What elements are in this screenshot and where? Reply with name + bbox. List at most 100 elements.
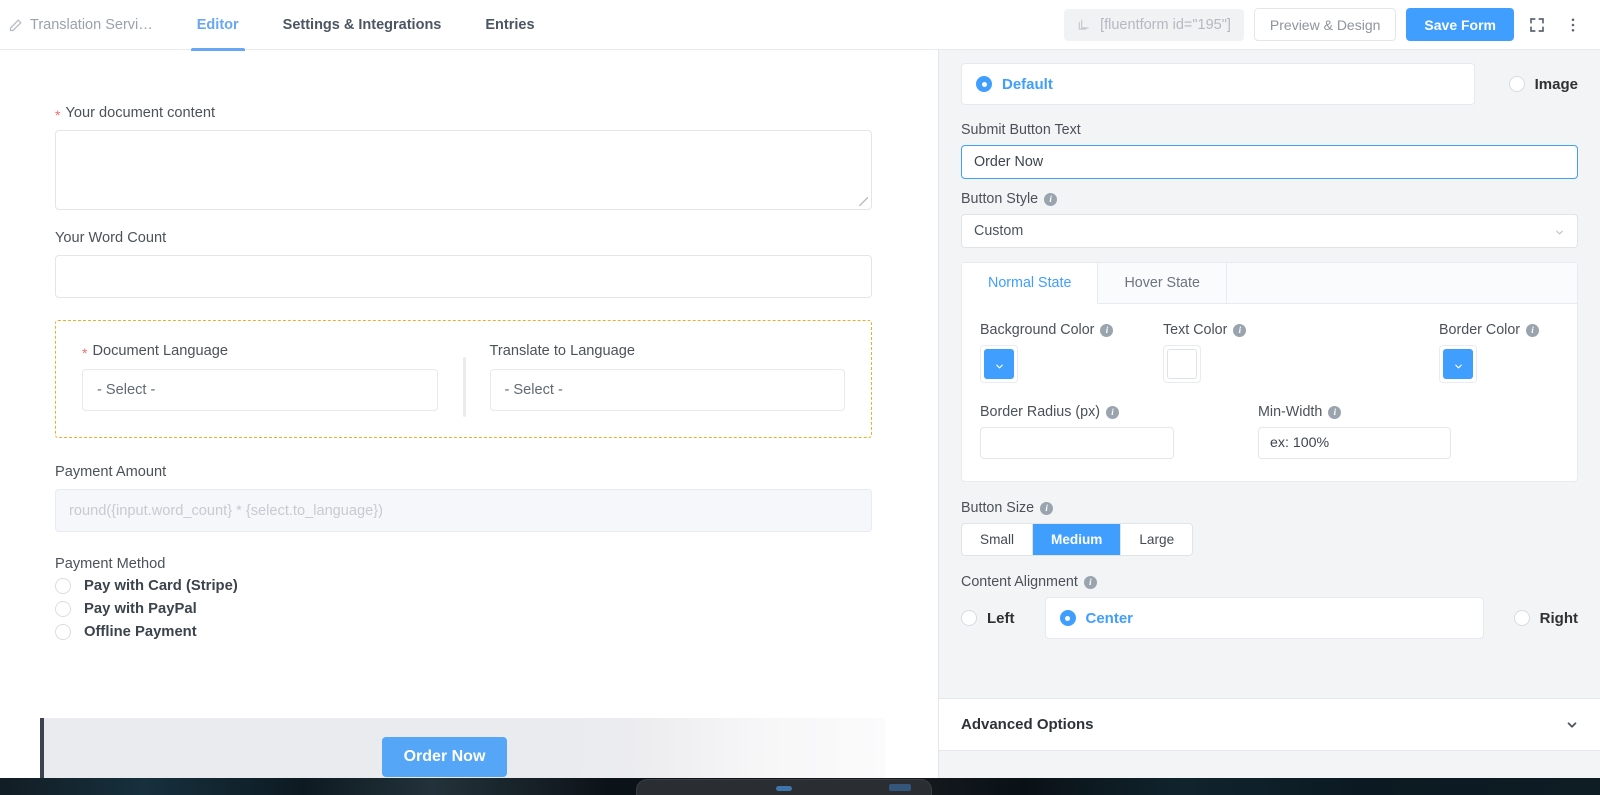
info-icon[interactable]: i bbox=[1328, 405, 1342, 419]
background-color-group: Background Color i bbox=[980, 318, 1163, 384]
chevron-down-icon bbox=[1453, 359, 1464, 370]
preview-design-button[interactable]: Preview & Design bbox=[1253, 8, 1397, 41]
field-document-content-label: * Your document content bbox=[55, 105, 883, 123]
button-size-small-label: Small bbox=[980, 532, 1014, 547]
word-count-input[interactable] bbox=[55, 255, 872, 298]
translate-to-language-value: - Select - bbox=[504, 382, 563, 398]
min-width-input[interactable]: ex: 100% bbox=[1258, 427, 1451, 459]
button-type-radio-group: Default Image bbox=[961, 56, 1578, 118]
info-icon[interactable]: i bbox=[1100, 323, 1114, 337]
button-size-segmented: Small Medium Large bbox=[961, 523, 1194, 556]
button-size-medium-label: Medium bbox=[1051, 532, 1103, 547]
tab-entries[interactable]: Entries bbox=[463, 0, 556, 50]
radius-width-row: Border Radius (px) i Min-Width i ex: 100… bbox=[980, 400, 1559, 459]
button-size-medium[interactable]: Medium bbox=[1033, 524, 1122, 555]
settings-sidebar-body: Default Image Submit Button Text Order N… bbox=[939, 50, 1600, 639]
preview-design-label: Preview & Design bbox=[1269, 16, 1381, 33]
field-word-count-label-text: Your Word Count bbox=[55, 230, 167, 246]
payment-option-paypal[interactable]: Pay with PayPal bbox=[55, 601, 883, 617]
border-radius-label-text: Border Radius (px) bbox=[980, 404, 1100, 420]
text-color-picker[interactable] bbox=[1163, 345, 1201, 383]
info-icon[interactable]: i bbox=[1040, 501, 1054, 515]
border-color-group: Border Color i bbox=[1439, 318, 1540, 384]
submit-button-text-input[interactable]: Order Now bbox=[961, 145, 1578, 179]
submit-button-text-label: Submit Button Text bbox=[961, 122, 1578, 138]
tab-normal-state[interactable]: Normal State bbox=[962, 263, 1099, 304]
payment-option-stripe[interactable]: Pay with Card (Stripe) bbox=[55, 578, 883, 594]
alignment-left-label: Left bbox=[987, 609, 1015, 627]
alignment-left[interactable]: Left bbox=[961, 610, 1015, 627]
info-icon[interactable]: i bbox=[1526, 323, 1540, 337]
border-color-picker[interactable] bbox=[1439, 345, 1477, 383]
document-language-select[interactable]: - Select - bbox=[82, 369, 438, 411]
min-width-label-text: Min-Width bbox=[1258, 404, 1323, 420]
payment-amount-placeholder: round({input.word_count} * {select.to_la… bbox=[69, 502, 384, 519]
button-style-label-text: Button Style bbox=[961, 191, 1039, 207]
button-type-default[interactable]: Default bbox=[961, 63, 1475, 105]
copy-icon bbox=[1077, 18, 1091, 32]
chevron-down-icon bbox=[1565, 718, 1579, 732]
alignment-right-label: Right bbox=[1539, 609, 1578, 627]
info-icon[interactable]: i bbox=[1105, 405, 1119, 419]
background-color-picker[interactable] bbox=[980, 345, 1018, 383]
button-state-body: Background Color i Text Color i Border C… bbox=[962, 304, 1577, 481]
field-document-language-label-text: Document Language bbox=[92, 343, 228, 359]
alignment-center[interactable]: Center bbox=[1044, 597, 1484, 639]
field-payment-method-label-text: Payment Method bbox=[55, 556, 166, 572]
field-payment-amount-label-text: Payment Amount bbox=[55, 464, 167, 480]
border-color-label: Border Color i bbox=[1439, 322, 1540, 338]
pencil-icon bbox=[8, 18, 23, 33]
fullscreen-button[interactable] bbox=[1524, 10, 1550, 40]
info-icon[interactable]: i bbox=[1233, 323, 1247, 337]
more-options-button[interactable] bbox=[1560, 10, 1586, 40]
form-title[interactable]: Translation Servi… bbox=[0, 0, 175, 50]
info-icon[interactable]: i bbox=[1083, 575, 1097, 589]
button-size-label-text: Button Size bbox=[961, 500, 1035, 516]
shortcode-text: [fluentform id="195"] bbox=[1100, 16, 1231, 33]
submit-button-text-label-text: Submit Button Text bbox=[961, 122, 1081, 138]
top-bar: Translation Servi… Editor Settings & Int… bbox=[0, 0, 1600, 51]
payment-option-stripe-label: Pay with Card (Stripe) bbox=[84, 578, 238, 594]
tab-normal-state-label: Normal State bbox=[988, 275, 1072, 291]
field-document-content-label-text: Your document content bbox=[65, 105, 216, 121]
text-color-label-text: Text Color bbox=[1163, 322, 1228, 338]
more-vertical-icon bbox=[1564, 16, 1582, 34]
text-color-label: Text Color i bbox=[1163, 322, 1439, 338]
two-column-container[interactable]: * Document Language - Select - Translate… bbox=[55, 320, 872, 438]
required-asterisk: * bbox=[55, 107, 61, 123]
button-size-large[interactable]: Large bbox=[1121, 524, 1192, 555]
button-style-select[interactable]: Custom bbox=[961, 214, 1578, 248]
radio-icon bbox=[1513, 610, 1530, 626]
payment-option-offline-label: Offline Payment bbox=[84, 624, 197, 640]
button-state-card: Normal State Hover State Background Colo… bbox=[961, 262, 1578, 482]
translate-to-language-select[interactable]: - Select - bbox=[489, 369, 845, 411]
tab-editor[interactable]: Editor bbox=[175, 0, 261, 51]
save-form-button[interactable]: Save Form bbox=[1406, 8, 1514, 41]
field-payment-method-label: Payment Method bbox=[55, 556, 883, 572]
info-icon[interactable]: i bbox=[1044, 192, 1058, 206]
content-alignment-radio-group: Left Center Right bbox=[961, 597, 1578, 639]
field-translate-to-language-label-text: Translate to Language bbox=[489, 343, 636, 359]
advanced-options-accordion[interactable]: Advanced Options bbox=[939, 698, 1600, 751]
tab-hover-state-label: Hover State bbox=[1124, 275, 1200, 291]
button-size-small[interactable]: Small bbox=[962, 524, 1033, 555]
alignment-right[interactable]: Right bbox=[1513, 609, 1578, 627]
payment-option-offline[interactable]: Offline Payment bbox=[55, 624, 883, 640]
min-width-value: ex: 100% bbox=[1270, 435, 1330, 451]
border-radius-input[interactable] bbox=[980, 427, 1174, 459]
button-state-tabs: Normal State Hover State bbox=[962, 263, 1577, 304]
alignment-center-label: Center bbox=[1085, 609, 1134, 627]
form-submit-button[interactable]: Order Now bbox=[381, 737, 508, 777]
button-style-value: Custom bbox=[974, 223, 1024, 239]
tab-hover-state[interactable]: Hover State bbox=[1098, 263, 1227, 303]
radio-icon bbox=[55, 578, 71, 594]
button-type-image[interactable]: Image bbox=[1508, 76, 1578, 93]
tab-settings-integrations[interactable]: Settings & Integrations bbox=[261, 0, 464, 50]
field-payment-amount: Payment Amount round({input.word_count} … bbox=[55, 464, 883, 532]
payment-amount-input[interactable]: round({input.word_count} * {select.to_la… bbox=[55, 489, 872, 532]
shortcode-field[interactable]: [fluentform id="195"] bbox=[1064, 8, 1244, 41]
radio-icon bbox=[55, 624, 71, 640]
document-content-textarea[interactable] bbox=[55, 130, 872, 210]
button-style-label: Button Style i bbox=[961, 191, 1578, 207]
dock-indicator bbox=[776, 786, 792, 791]
